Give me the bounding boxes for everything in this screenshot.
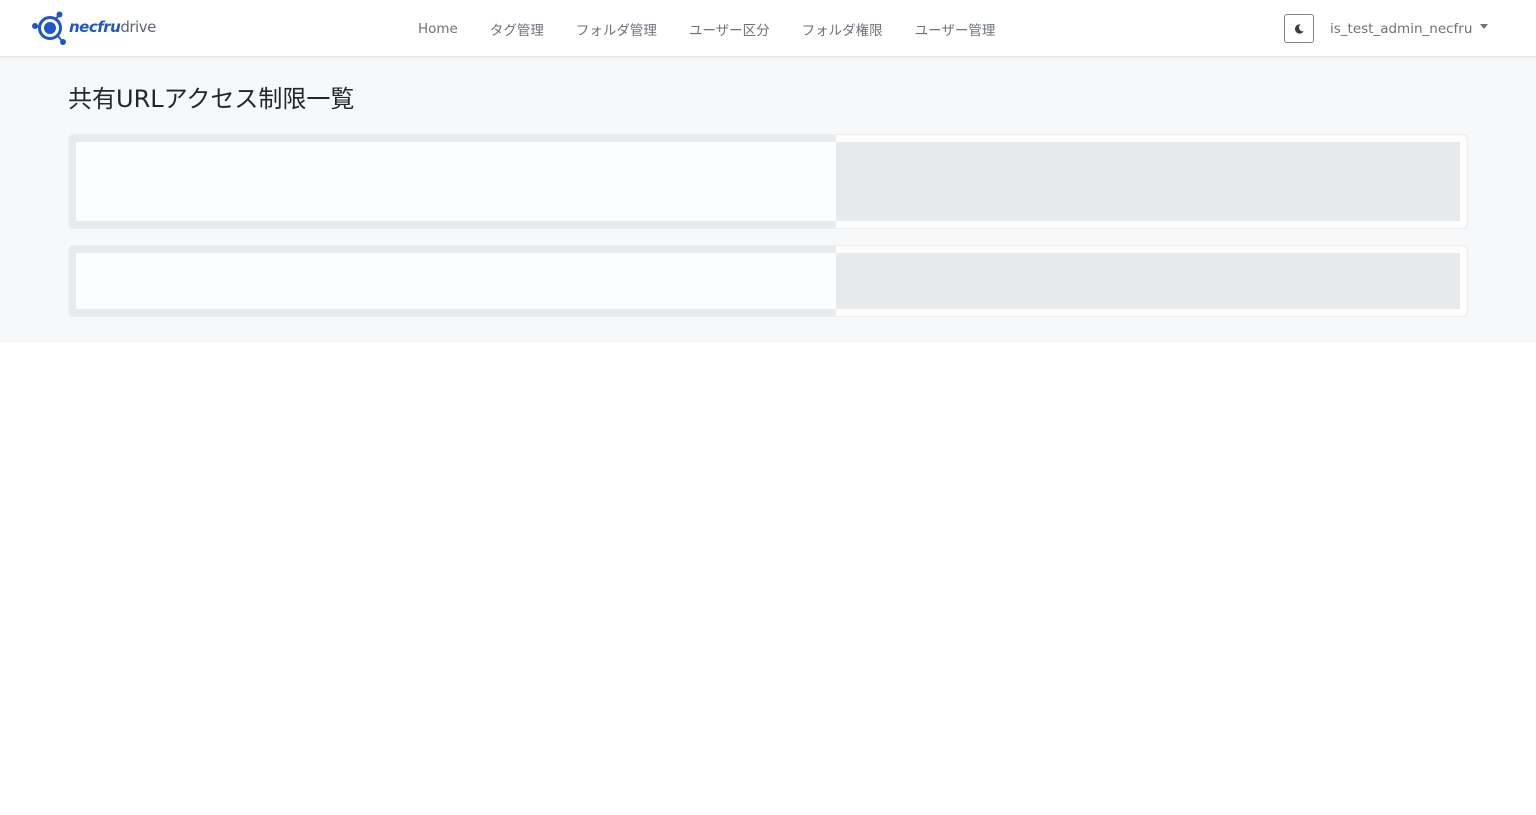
caret-down-icon [1480,24,1489,29]
nav-tag-management[interactable]: タグ管理 [477,19,557,39]
brand-wordmark: necfru drive [69,18,156,36]
nav-user-category[interactable]: ユーザー区分 [676,19,783,39]
moon-icon [1294,23,1304,34]
main-content: 共有URLアクセス制限一覧 [0,57,1536,342]
loading-placeholder-card [68,245,1468,317]
loading-placeholder-card [68,134,1468,229]
placeholder-left-block [76,253,836,309]
necfru-orbit-logo-icon [32,11,66,45]
brand-home-link[interactable]: necfru drive [30,9,156,47]
placeholder-right-block [836,142,1460,221]
placeholder-left-block [76,142,836,221]
nav-folder-management[interactable]: フォルダ管理 [563,19,670,39]
nav-home[interactable]: Home [405,21,471,37]
main-nav: Home タグ管理 フォルダ管理 ユーザー区分 フォルダ権限 ユーザー管理 [405,0,1014,57]
brand-name-main: necfru [69,18,121,36]
theme-toggle-button[interactable] [1284,14,1314,43]
user-menu-dropdown[interactable]: is_test_admin_necfru [1330,0,1489,57]
user-name: is_test_admin_necfru [1330,20,1473,37]
top-navbar: necfru drive Home タグ管理 フォルダ管理 ユーザー区分 フォル… [0,0,1536,57]
nav-folder-permissions[interactable]: フォルダ権限 [789,19,896,39]
brand-name-sub: drive [120,18,156,36]
placeholder-right-block [836,253,1460,309]
page-title: 共有URLアクセス制限一覧 [68,85,355,113]
nav-user-management[interactable]: ユーザー管理 [902,19,1009,39]
